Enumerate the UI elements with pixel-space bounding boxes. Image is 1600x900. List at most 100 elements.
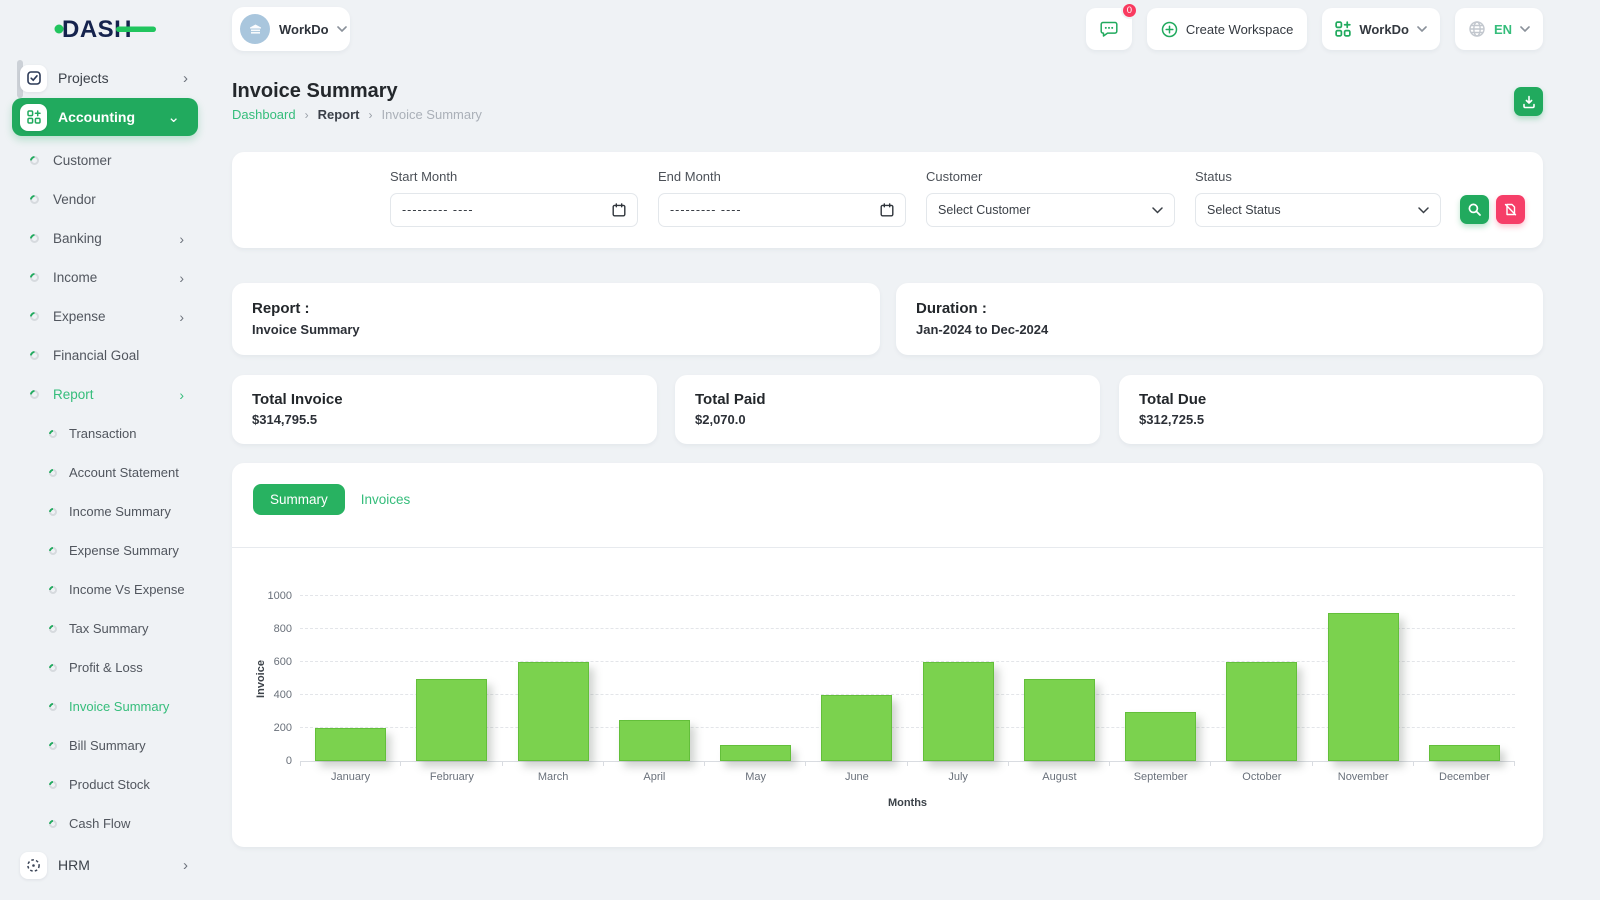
chevron-right-icon: › — [304, 107, 309, 122]
breadcrumb-report[interactable]: Report — [318, 107, 360, 122]
globe-icon — [1469, 21, 1485, 37]
start-month-input[interactable]: --------- ---- — [390, 193, 638, 227]
bar-october — [1226, 662, 1298, 761]
create-workspace-button[interactable]: Create Workspace — [1146, 8, 1308, 50]
bullet-icon — [47, 544, 59, 557]
total-invoice-card: Total Invoice $314,795.5 — [232, 375, 657, 444]
workspace-name: WorkDo — [279, 21, 329, 37]
x-tick-label: April — [643, 771, 666, 783]
bullet-icon — [47, 466, 59, 479]
download-icon — [1522, 95, 1535, 108]
stat-value: $2,070.0 — [695, 412, 746, 427]
end-month-placeholder: --------- ---- — [670, 203, 742, 217]
sidebar-item-projects[interactable]: Projects › — [0, 58, 212, 98]
bullet-icon — [47, 700, 59, 713]
chart-xlabels: January February March April May June July Augu… — [300, 771, 1515, 783]
chevron-right-icon: › — [179, 230, 184, 247]
sidebar-item-report[interactable]: Report › — [0, 375, 212, 414]
chevron-right-icon: › — [183, 856, 188, 874]
bar-december — [1428, 744, 1500, 761]
end-month-label: End Month — [658, 169, 721, 184]
x-tick-label: June — [844, 771, 869, 783]
language-selector[interactable]: EN — [1454, 8, 1543, 50]
workdo-menu-button[interactable]: WorkDo — [1322, 8, 1440, 50]
x-tick-label: December — [1439, 771, 1490, 783]
x-tick-label: September — [1133, 771, 1188, 783]
end-month-input[interactable]: --------- ---- — [658, 193, 906, 227]
bullet-icon — [28, 232, 41, 245]
sidebar-item-banking[interactable]: Banking › — [0, 219, 212, 258]
messages-button[interactable]: 0 — [1085, 2, 1138, 50]
file-slash-icon — [1504, 203, 1517, 216]
app-logo[interactable]: DASH — [0, 0, 212, 58]
sidebar-item-label: HRM — [58, 857, 90, 873]
tab-summary[interactable]: Summary — [253, 484, 345, 515]
total-paid-card: Total Paid $2,070.0 — [675, 375, 1100, 444]
filter-form: Start Month --------- ---- End Month ---… — [390, 169, 1441, 227]
sidebar-item-income-vs-expense[interactable]: Income Vs Expense — [0, 570, 212, 609]
bullet-icon — [47, 661, 59, 674]
workdo-menu-label: WorkDo — [1359, 21, 1409, 37]
stat-label: Total Due — [1139, 391, 1207, 408]
bullet-icon — [28, 271, 41, 284]
chevron-down-icon — [1417, 26, 1427, 32]
sidebar-item-transaction[interactable]: Transaction — [0, 414, 212, 453]
chat-bubble-icon — [1100, 21, 1118, 37]
x-tick-label: May — [745, 771, 767, 783]
sidebar-item-product-stock[interactable]: Product Stock — [0, 765, 212, 804]
invoice-bar-chart: 0 200 400 600 800 1000 Invoice January Februar… — [255, 590, 1516, 809]
workspace-selector[interactable]: WorkDo — [232, 7, 350, 51]
tab-invoices[interactable]: Invoices — [359, 484, 413, 515]
sidebar-item-account-statement[interactable]: Account Statement — [0, 453, 212, 492]
chevron-down-icon — [1418, 206, 1429, 214]
start-month-field-group: Start Month --------- ---- — [390, 169, 638, 227]
chart-bars — [300, 596, 1516, 766]
bullet-icon — [28, 349, 41, 362]
x-tick-label: August — [1042, 771, 1077, 783]
sidebar-item-profit-loss[interactable]: Profit & Loss — [0, 648, 212, 687]
stat-value: $314,795.5 — [252, 412, 318, 427]
workspace-avatar — [240, 14, 270, 44]
chevron-down-icon — [1520, 26, 1530, 32]
chart-y-axis-title: Invoice — [255, 659, 267, 698]
x-tick-label: March — [537, 771, 569, 783]
sidebar-item-cash-flow[interactable]: Cash Flow — [0, 804, 212, 843]
sidebar-item-expense[interactable]: Expense › — [0, 297, 212, 336]
sidebar-item-tax-summary[interactable]: Tax Summary — [0, 609, 212, 648]
chevron-down-icon — [336, 26, 347, 32]
sidebar-item-label: Accounting — [58, 109, 135, 125]
bullet-icon — [47, 778, 59, 791]
chevron-right-icon: › — [179, 308, 184, 325]
sidebar-item-vendor[interactable]: Vendor — [0, 180, 212, 219]
start-month-label: Start Month — [390, 169, 458, 184]
breadcrumb-dashboard[interactable]: Dashboard — [232, 107, 296, 122]
status-select[interactable]: Select Status — [1195, 193, 1441, 227]
sidebar-item-hrm[interactable]: HRM › — [0, 843, 212, 887]
sidebar-item-financial-goal[interactable]: Financial Goal — [0, 336, 212, 375]
sidebar-item-expense-summary[interactable]: Expense Summary — [0, 531, 212, 570]
search-icon — [1468, 203, 1481, 216]
sidebar-item-income-summary[interactable]: Income Summary — [0, 492, 212, 531]
bar-june — [821, 695, 893, 761]
bullet-icon — [47, 739, 59, 752]
customer-select[interactable]: Select Customer — [926, 193, 1175, 227]
tabs-divider — [232, 547, 1543, 548]
grid-plus-icon — [1335, 21, 1352, 37]
calendar-icon — [612, 203, 626, 217]
total-due-card: Total Due $312,725.5 — [1119, 375, 1543, 444]
bullet-icon — [28, 193, 41, 206]
chevron-right-icon: › — [179, 269, 184, 286]
apply-filter-button[interactable] — [1460, 195, 1489, 224]
sidebar-item-bill-summary[interactable]: Bill Summary — [0, 726, 212, 765]
sidebar-item-accounting[interactable]: Accounting ⌄ — [12, 98, 198, 136]
stat-label: Total Invoice — [252, 391, 343, 408]
reset-filter-button[interactable] — [1496, 195, 1525, 224]
bar-august — [1023, 678, 1095, 761]
x-tick-label: October — [1242, 771, 1282, 783]
customer-field-group: Customer Select Customer — [926, 169, 1175, 227]
sidebar-item-invoice-summary[interactable]: Invoice Summary — [0, 687, 212, 726]
bar-september — [1125, 711, 1197, 761]
download-button[interactable] — [1514, 87, 1543, 116]
sidebar-item-customer[interactable]: Customer — [0, 141, 212, 180]
sidebar-item-income[interactable]: Income › — [0, 258, 212, 297]
